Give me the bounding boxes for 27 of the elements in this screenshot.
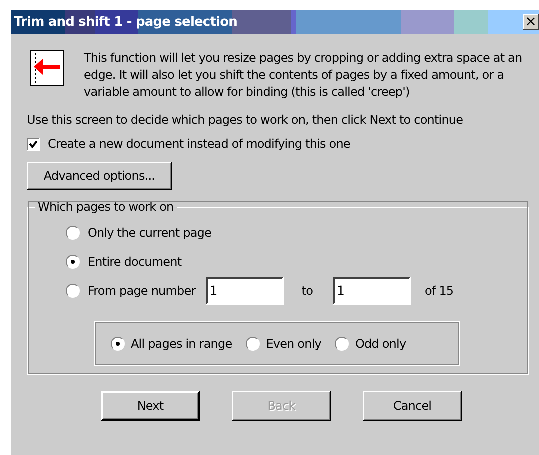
checkbox[interactable] [27, 138, 40, 150]
dialog-button[interactable]: Cancel [363, 391, 462, 421]
radio-label: Odd only [355, 336, 406, 350]
intro-text: This function will let you resize pages by cropping or adding extra space at an edge. It will also let you shift the contents of pages by a fixed amount, or a variable amount to allow for binding (this is called 'creep') [84, 50, 524, 101]
trim-page-icon [30, 50, 64, 86]
radio-button[interactable] [66, 226, 80, 240]
page-count-label: of 15 [425, 284, 454, 298]
radio-label: Entire document [88, 254, 182, 268]
close-button[interactable]: × [523, 14, 539, 30]
from-page-field[interactable]: 1 [206, 276, 284, 304]
radio-label: Even only [266, 336, 322, 350]
radio-button[interactable] [111, 336, 125, 350]
radio-button[interactable] [335, 336, 350, 350]
to-page-field[interactable]: 1 [333, 276, 412, 304]
radio-label: All pages in range [131, 336, 232, 350]
checkbox-label: Create a new document instead of modifying this one [48, 137, 350, 151]
instruction-text: Use this screen to decide which pages to work on, then click Next to continue [27, 113, 464, 127]
radio-label: From page number [88, 284, 196, 298]
radio-button[interactable] [66, 254, 80, 268]
advanced-options-button[interactable]: Advanced options... [27, 162, 172, 190]
dialog-button[interactable]: Next [101, 391, 200, 421]
radio-button[interactable] [66, 284, 80, 298]
radio-button[interactable] [246, 336, 260, 350]
window-title: Trim and shift 1 - page selection [13, 14, 238, 30]
group-title: Which pages to work on [37, 200, 175, 214]
radio-label: Only the current page [88, 226, 212, 240]
to-label: to [302, 284, 314, 298]
